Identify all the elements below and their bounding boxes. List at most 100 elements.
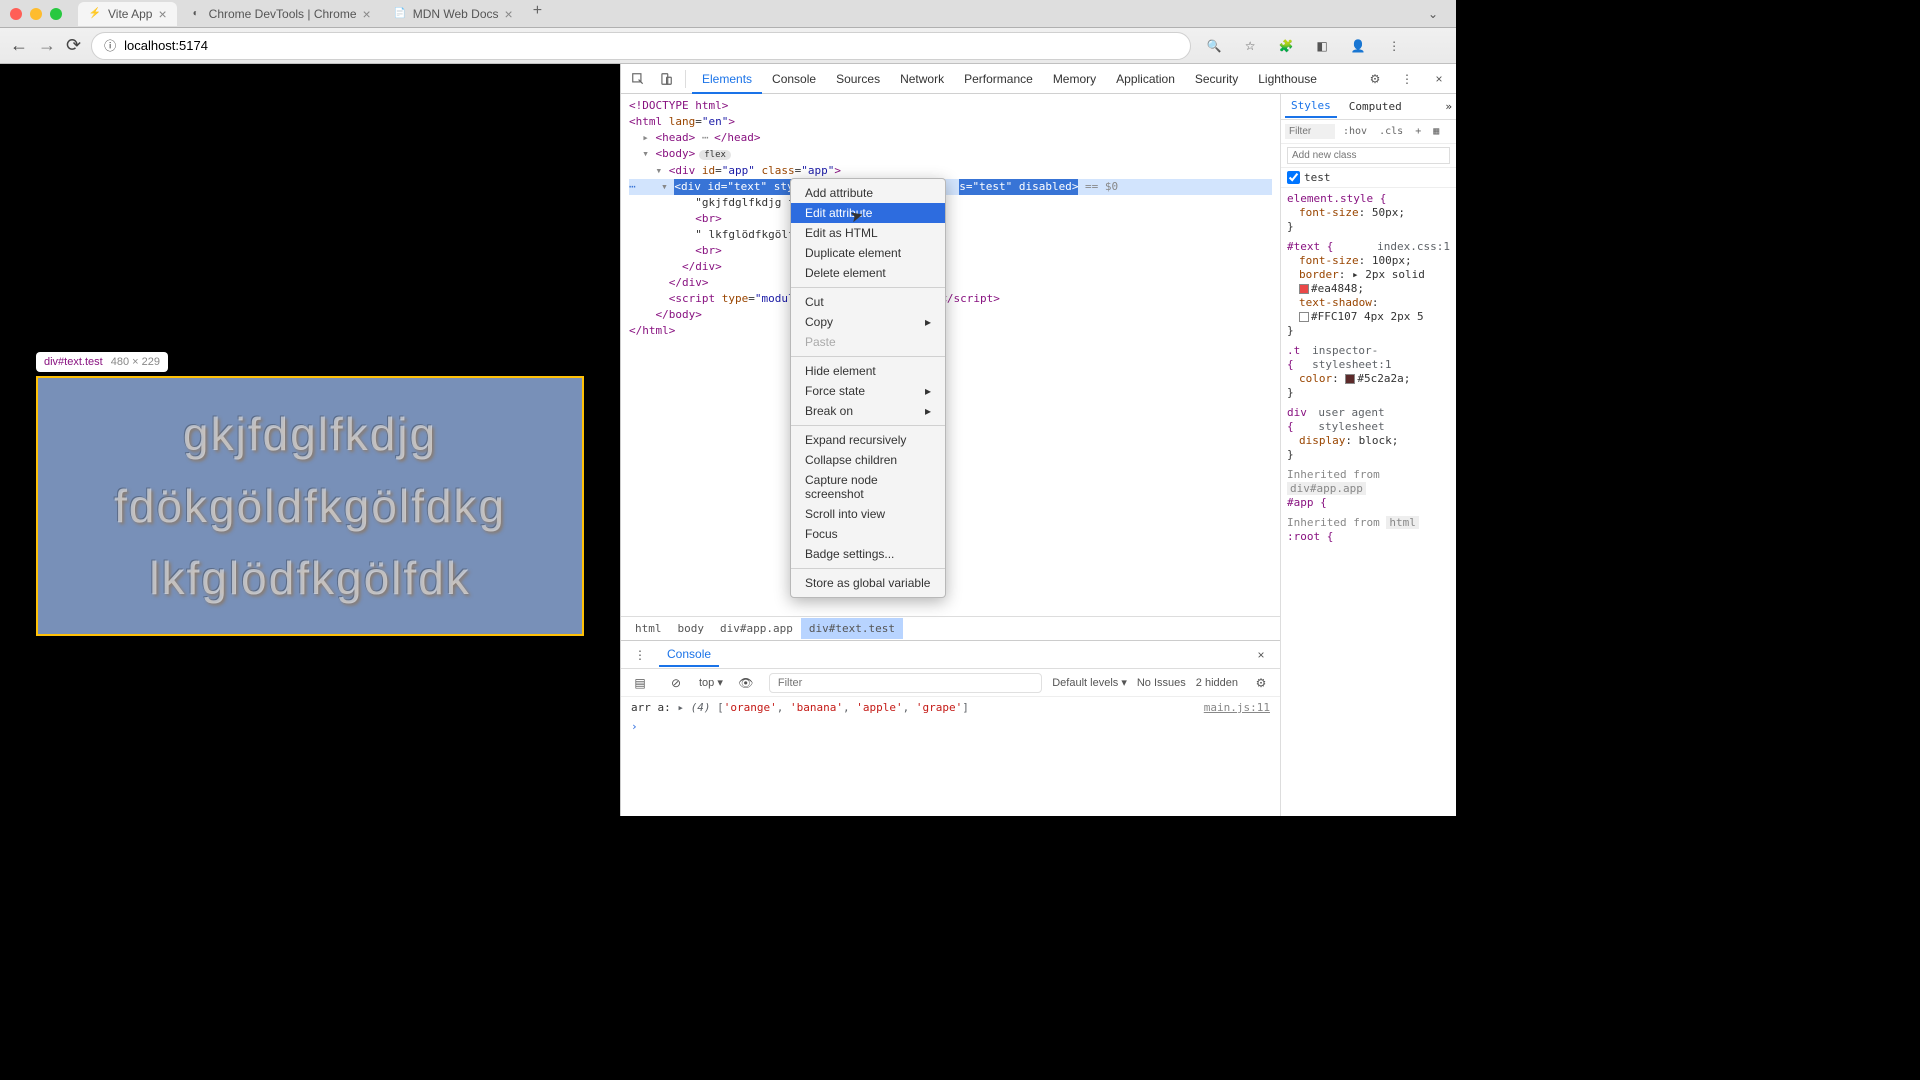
style-rules[interactable]: element.style {font-size: 50px;}#text {i… bbox=[1281, 188, 1456, 816]
inspect-selector: div#text.test bbox=[44, 356, 103, 368]
address-bar[interactable]: ⓘ bbox=[91, 32, 1191, 60]
close-icon[interactable]: × bbox=[363, 6, 371, 22]
breadcrumb-item[interactable]: div#text.test bbox=[801, 618, 903, 639]
eye-icon[interactable]: 👁 bbox=[733, 670, 759, 696]
add-rule-icon[interactable]: + bbox=[1411, 124, 1425, 139]
devtools-tab-security[interactable]: Security bbox=[1185, 66, 1248, 92]
profile-icon[interactable]: 👤 bbox=[1345, 33, 1371, 59]
settings-icon[interactable]: ⚙ bbox=[1248, 670, 1274, 696]
close-icon[interactable] bbox=[10, 8, 22, 20]
forward-button[interactable]: → bbox=[38, 35, 56, 56]
devtools-tab-console[interactable]: Console bbox=[762, 66, 826, 92]
breadcrumb-item[interactable]: html bbox=[627, 618, 670, 639]
source-link[interactable]: main.js:11 bbox=[1204, 701, 1270, 714]
add-class-input[interactable] bbox=[1287, 147, 1450, 164]
close-icon[interactable]: × bbox=[1426, 66, 1452, 92]
levels-select[interactable]: Default levels ▾ bbox=[1052, 676, 1127, 689]
menu-item-copy[interactable]: Copy▸ bbox=[791, 312, 945, 332]
close-icon[interactable]: × bbox=[505, 6, 513, 22]
hidden-badge: 2 hidden bbox=[1196, 677, 1238, 689]
devtools-tab-sources[interactable]: Sources bbox=[826, 66, 890, 92]
computed-icon[interactable]: ▦ bbox=[1429, 124, 1443, 139]
device-mode-icon[interactable] bbox=[653, 66, 679, 92]
traffic-lights bbox=[10, 8, 62, 20]
dom-tree[interactable]: <!DOCTYPE html> <html lang="en"> ▸ <head… bbox=[621, 94, 1280, 616]
more-icon[interactable]: ⋮ bbox=[627, 642, 653, 668]
minimize-icon[interactable] bbox=[30, 8, 42, 20]
chevron-down-icon[interactable]: ⌄ bbox=[1420, 1, 1446, 27]
chrome-icon: ◐ bbox=[189, 7, 203, 21]
console-output[interactable]: arr a: ▸ (4) ['orange', 'banana', 'apple… bbox=[621, 697, 1280, 816]
context-menu[interactable]: Add attributeEdit attributeEdit as HTMLD… bbox=[790, 178, 946, 598]
console-filter-input[interactable] bbox=[769, 673, 1042, 693]
dom-breadcrumb[interactable]: htmlbodydiv#app.appdiv#text.test bbox=[621, 616, 1280, 640]
menu-item-cut[interactable]: Cut bbox=[791, 292, 945, 312]
devtools-tab-memory[interactable]: Memory bbox=[1043, 66, 1106, 92]
menu-item-store-as-global-variable[interactable]: Store as global variable bbox=[791, 573, 945, 593]
cls-toggle[interactable]: .cls bbox=[1375, 124, 1407, 139]
panel-icon[interactable]: ◧ bbox=[1309, 33, 1335, 59]
inspect-element-icon[interactable] bbox=[625, 66, 651, 92]
hov-toggle[interactable]: :hov bbox=[1339, 124, 1371, 139]
tab-title: Chrome DevTools | Chrome bbox=[209, 7, 357, 21]
tab-vite[interactable]: ⚡ Vite App × bbox=[78, 2, 177, 26]
scope-select[interactable]: top ▾ bbox=[699, 676, 723, 689]
close-icon[interactable]: × bbox=[1248, 642, 1274, 668]
devtools-tab-application[interactable]: Application bbox=[1106, 66, 1185, 92]
menu-item-edit-as-html[interactable]: Edit as HTML bbox=[791, 223, 945, 243]
maximize-icon[interactable] bbox=[50, 8, 62, 20]
inspect-tooltip: div#text.test 480 × 229 bbox=[36, 352, 168, 372]
devtools-tab-performance[interactable]: Performance bbox=[954, 66, 1043, 92]
menu-item-expand-recursively[interactable]: Expand recursively bbox=[791, 430, 945, 450]
back-button[interactable]: ← bbox=[10, 35, 28, 56]
reload-button[interactable]: ⟳ bbox=[66, 35, 81, 56]
menu-item-badge-settings-[interactable]: Badge settings... bbox=[791, 544, 945, 564]
menu-item-duplicate-element[interactable]: Duplicate element bbox=[791, 243, 945, 263]
url-input[interactable] bbox=[124, 38, 1178, 53]
sidebar-toggle-icon[interactable]: ▤ bbox=[627, 670, 653, 696]
extensions-icon[interactable]: 🧩 bbox=[1273, 33, 1299, 59]
browser-toolbar: ← → ⟳ ⓘ 🔍 ☆ 🧩 ◧ 👤 ⋮ bbox=[0, 28, 1456, 64]
class-checkbox[interactable]: test bbox=[1287, 171, 1450, 184]
clear-console-icon[interactable]: ⊘ bbox=[663, 670, 689, 696]
site-info-icon[interactable]: ⓘ bbox=[104, 37, 116, 54]
page-viewport: div#text.test 480 × 229 gkjfdglfkdjg fdö… bbox=[0, 64, 620, 816]
console-drawer: ⋮ Console × ▤ ⊘ top ▾ 👁 Default levels ▾… bbox=[621, 640, 1280, 816]
menu-item-scroll-into-view[interactable]: Scroll into view bbox=[791, 504, 945, 524]
menu-item-force-state[interactable]: Force state▸ bbox=[791, 381, 945, 401]
devtools-tab-lighthouse[interactable]: Lighthouse bbox=[1248, 66, 1327, 92]
tab-computed[interactable]: Computed bbox=[1343, 96, 1408, 117]
close-icon[interactable]: × bbox=[158, 6, 166, 22]
more-icon[interactable]: » bbox=[1445, 100, 1452, 113]
menu-item-break-on[interactable]: Break on▸ bbox=[791, 401, 945, 421]
menu-item-hide-element[interactable]: Hide element bbox=[791, 361, 945, 381]
tab-mdn[interactable]: 📄 MDN Web Docs × bbox=[383, 2, 523, 26]
vite-icon: ⚡ bbox=[88, 7, 102, 21]
menu-item-edit-attribute[interactable]: Edit attribute bbox=[791, 203, 945, 223]
devtools-panel: ElementsConsoleSourcesNetworkPerformance… bbox=[620, 64, 1456, 816]
tab-title: MDN Web Docs bbox=[413, 7, 499, 21]
tab-styles[interactable]: Styles bbox=[1285, 95, 1337, 118]
menu-item-add-attribute[interactable]: Add attribute bbox=[791, 183, 945, 203]
new-tab-button[interactable]: + bbox=[525, 2, 550, 26]
styles-filter-input[interactable] bbox=[1285, 124, 1335, 139]
menu-item-capture-node-screenshot[interactable]: Capture node screenshot bbox=[791, 470, 945, 504]
inspect-dimensions: 480 × 229 bbox=[111, 356, 160, 368]
devtools-tab-elements[interactable]: Elements bbox=[692, 66, 762, 94]
menu-item-focus[interactable]: Focus bbox=[791, 524, 945, 544]
more-icon[interactable]: ⋮ bbox=[1394, 66, 1420, 92]
bookmark-icon[interactable]: ☆ bbox=[1237, 33, 1263, 59]
rendered-content: gkjfdglfkdjg fdökgöldfkgölfdkg lkfglödfk… bbox=[36, 376, 584, 636]
breadcrumb-item[interactable]: body bbox=[670, 618, 713, 639]
tab-devtools-docs[interactable]: ◐ Chrome DevTools | Chrome × bbox=[179, 2, 381, 26]
breadcrumb-item[interactable]: div#app.app bbox=[712, 618, 801, 639]
menu-item-delete-element[interactable]: Delete element bbox=[791, 263, 945, 283]
devtools-tabs: ElementsConsoleSourcesNetworkPerformance… bbox=[621, 64, 1456, 94]
search-icon[interactable]: 🔍 bbox=[1201, 33, 1227, 59]
console-tab[interactable]: Console bbox=[659, 643, 719, 667]
issues-badge[interactable]: No Issues bbox=[1137, 677, 1186, 689]
menu-icon[interactable]: ⋮ bbox=[1381, 33, 1407, 59]
settings-icon[interactable]: ⚙ bbox=[1362, 66, 1388, 92]
devtools-tab-network[interactable]: Network bbox=[890, 66, 954, 92]
menu-item-collapse-children[interactable]: Collapse children bbox=[791, 450, 945, 470]
